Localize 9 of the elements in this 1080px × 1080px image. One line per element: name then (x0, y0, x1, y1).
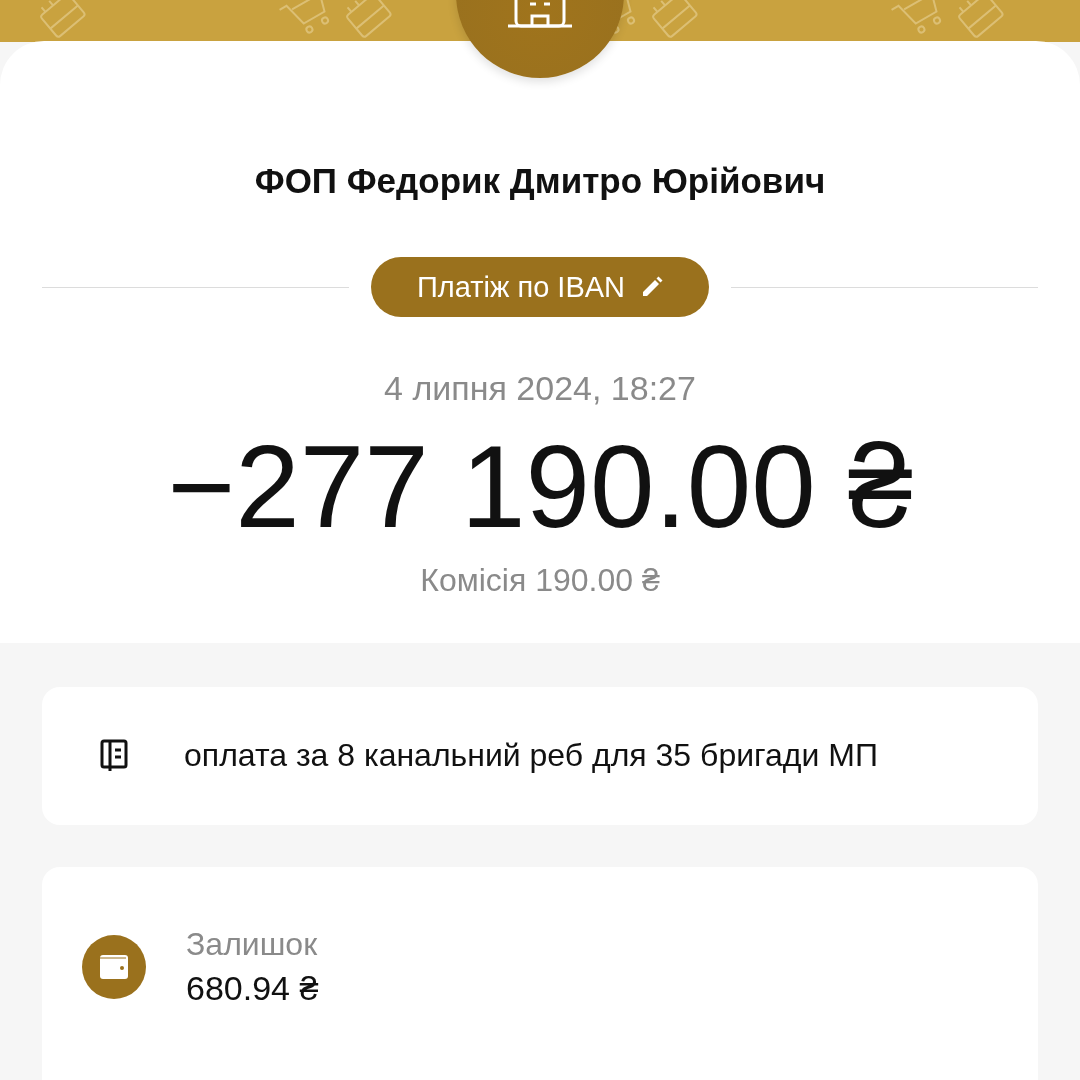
balance-label: Залишок (186, 925, 318, 963)
notebook-icon (100, 738, 128, 773)
transaction-amount: −277 190.00 ₴ (167, 424, 913, 552)
recipient-name: ФОП Федорик Дмитро Юрійович (254, 161, 826, 201)
transaction-date: 4 липня 2024, 18:27 (384, 369, 696, 408)
balance-value: 680.94 ₴ (186, 968, 319, 1008)
payment-comment: оплата за 8 канальний реб для 35 бригади МП (184, 737, 878, 775)
commission-text: Комісія 190.00 ₴ (420, 561, 660, 599)
payment-type-button[interactable]: Платіж по IBAN (371, 257, 709, 317)
